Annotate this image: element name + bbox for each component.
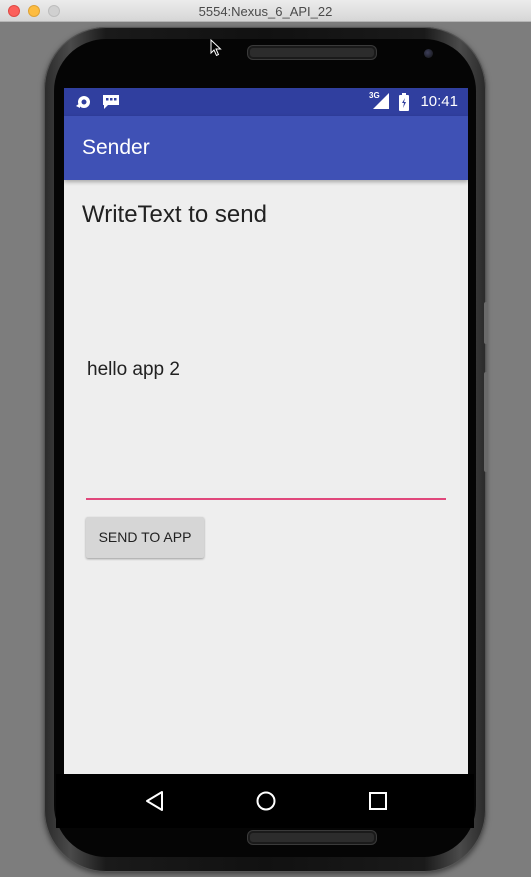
- status-time: 10:41: [420, 93, 458, 110]
- page-heading: WriteText to send: [82, 201, 267, 228]
- app-toolbar: Sender: [64, 116, 468, 180]
- top-speaker: [248, 46, 376, 59]
- navigation-bar: [56, 774, 474, 828]
- device-screen: 3G 10:41 Sender WriteText to send hello …: [64, 88, 468, 774]
- front-camera: [424, 49, 433, 58]
- power-button[interactable]: [484, 302, 488, 344]
- network-type-label: 3G: [369, 91, 380, 100]
- volume-rocker[interactable]: [484, 372, 488, 472]
- app-title: Sender: [82, 136, 150, 159]
- status-bar: 3G 10:41: [64, 88, 468, 116]
- mouse-cursor-icon: [210, 38, 222, 62]
- message-input-value: hello app 2: [87, 359, 180, 380]
- window-titlebar: 5554:Nexus_6_API_22: [0, 0, 531, 22]
- bottom-speaker: [248, 831, 376, 844]
- battery-icon: [399, 93, 409, 116]
- recents-icon[interactable]: [365, 789, 391, 813]
- message-icon: [102, 94, 120, 115]
- home-icon[interactable]: [253, 789, 279, 813]
- window-title: 5554:Nexus_6_API_22: [198, 4, 333, 19]
- notification-icon: [75, 94, 93, 115]
- send-to-app-button[interactable]: SEND TO APP: [86, 517, 204, 558]
- emulator-canvas: 3G 10:41 Sender WriteText to send hello …: [0, 22, 531, 877]
- message-input[interactable]: hello app 2: [86, 228, 446, 500]
- back-icon[interactable]: [142, 789, 168, 813]
